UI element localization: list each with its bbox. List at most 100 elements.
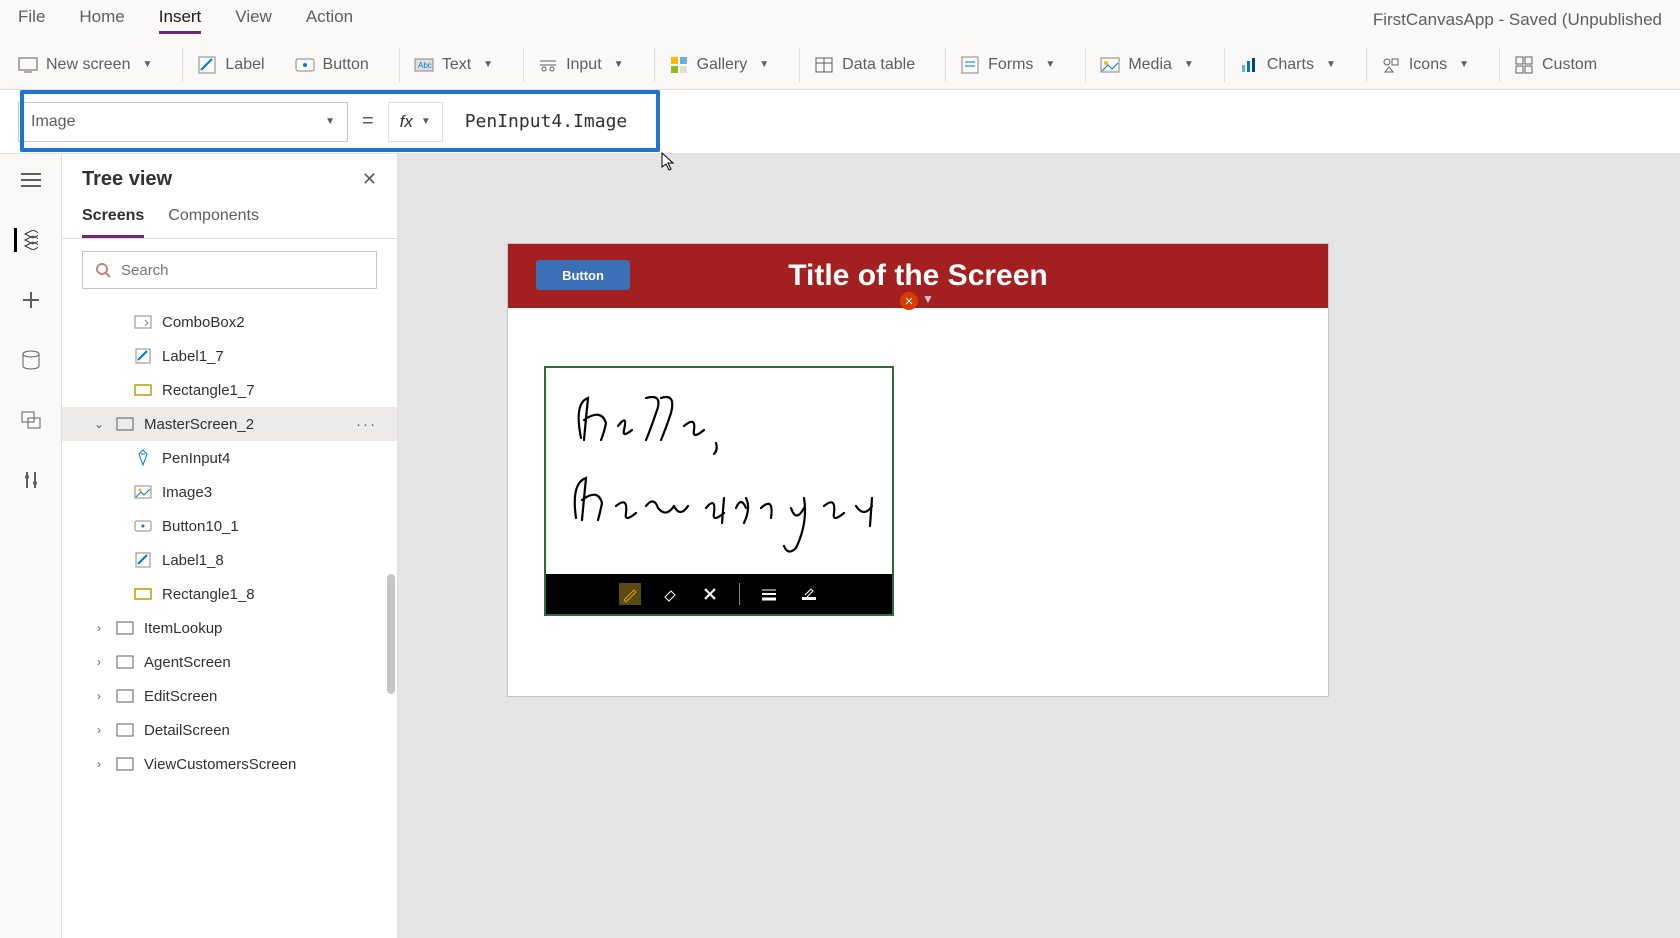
expand-icon[interactable]: › (92, 689, 106, 703)
ribbon-media[interactable]: Media ▼ (1085, 48, 1207, 82)
search-input[interactable] (121, 262, 364, 279)
tree-item-masterscreen_2[interactable]: ⌄MasterScreen_2··· (62, 407, 397, 441)
ribbon-charts-label: Charts (1267, 56, 1314, 74)
screen-icon (116, 619, 134, 637)
ribbon-input[interactable]: Input ▼ (523, 48, 638, 82)
text-icon: Abc (414, 55, 434, 75)
canvas-screen[interactable]: Button Title of the Screen ✕ ▼ (508, 244, 1328, 696)
tree-item-rectangle1_8[interactable]: Rectangle1_8 (62, 577, 397, 611)
menu-file[interactable]: File (18, 7, 45, 34)
screen-icon (116, 687, 134, 705)
tree-item-button10_1[interactable]: Button10_1 (62, 509, 397, 543)
chevron-down-icon: ▼ (1326, 59, 1336, 70)
header-button[interactable]: Button (536, 260, 630, 290)
tree-view-icon[interactable] (14, 228, 38, 252)
toolbar-separator (739, 583, 740, 605)
tree-item-detailscreen[interactable]: ›DetailScreen (62, 713, 397, 747)
pen-color-icon[interactable] (798, 583, 820, 605)
screen-header[interactable]: Button Title of the Screen ✕ ▼ (508, 244, 1328, 308)
property-selector[interactable]: Image ▼ (18, 102, 348, 142)
forms-icon (960, 55, 980, 75)
formula-input[interactable] (457, 102, 705, 142)
more-icon[interactable]: ··· (356, 416, 377, 433)
tree-item-label: Label1_8 (162, 552, 224, 569)
input-icon (538, 55, 558, 75)
formula-bar: Image ▼ = fx ▼ (0, 90, 1680, 154)
tools-icon[interactable] (19, 468, 43, 492)
tree-item-rectangle1_7[interactable]: Rectangle1_7 (62, 373, 397, 407)
ribbon-new-screen[interactable]: New screen ▼ (18, 48, 166, 82)
table-icon (814, 55, 834, 75)
tree-item-itemlookup[interactable]: ›ItemLookup (62, 611, 397, 645)
expand-icon[interactable]: › (92, 621, 106, 635)
tree-panel: Tree view ✕ Screens Components ComboBox2… (62, 154, 398, 938)
top-menu: File Home Insert View Action FirstCanvas… (0, 0, 1680, 40)
ribbon-gallery[interactable]: Gallery ▼ (654, 48, 784, 82)
label-icon (134, 347, 152, 365)
tree-item-label1_8[interactable]: Label1_8 (62, 543, 397, 577)
menu-insert[interactable]: Insert (159, 7, 202, 34)
pen-toolbar (546, 574, 892, 614)
chevron-down-icon: ▼ (483, 59, 493, 70)
error-badge-icon[interactable]: ✕ (900, 292, 918, 310)
chevron-down-icon: ▼ (325, 116, 335, 127)
charts-icon (1239, 55, 1259, 75)
ribbon-label-btn[interactable]: Label (225, 56, 264, 74)
combobox-icon (134, 313, 152, 331)
tree-item-label: Image3 (162, 484, 212, 501)
pen-draw-icon[interactable] (619, 583, 641, 605)
chevron-down-icon: ▼ (1184, 59, 1194, 70)
pen-erase-icon[interactable] (659, 583, 681, 605)
tree-scrollbar[interactable] (387, 574, 395, 694)
tree-item-editscreen[interactable]: ›EditScreen (62, 679, 397, 713)
tree-header: Tree view ✕ (62, 154, 397, 201)
close-icon[interactable]: ✕ (362, 169, 377, 190)
menu-home[interactable]: Home (79, 7, 124, 34)
tree-item-label: Button10_1 (162, 518, 239, 535)
pen-lineweight-icon[interactable] (758, 583, 780, 605)
screen-icon (116, 755, 134, 773)
expand-icon[interactable]: › (92, 757, 106, 771)
menu-action[interactable]: Action (306, 7, 353, 34)
expand-icon[interactable]: › (92, 723, 106, 737)
pen-canvas[interactable] (546, 368, 892, 574)
data-icon[interactable] (19, 348, 43, 372)
expand-icon[interactable]: ⌄ (92, 417, 106, 431)
tree-item-combobox2[interactable]: ComboBox2 (62, 305, 397, 339)
equals-sign: = (362, 110, 374, 133)
add-icon[interactable] (19, 288, 43, 312)
tree-item-label1_7[interactable]: Label1_7 (62, 339, 397, 373)
pen-input-control[interactable] (544, 366, 894, 616)
tree-item-label: ComboBox2 (162, 314, 245, 331)
hamburger-icon[interactable] (19, 168, 43, 192)
pen-clear-icon[interactable] (699, 583, 721, 605)
ribbon-icons[interactable]: Icons ▼ (1366, 48, 1483, 82)
ribbon-gallery-label: Gallery (697, 56, 748, 74)
fx-button[interactable]: fx ▼ (388, 102, 443, 142)
screen-icon (116, 721, 134, 739)
ribbon-custom[interactable]: Custom (1499, 48, 1611, 82)
menu-items: File Home Insert View Action (18, 7, 353, 34)
ribbon-button-btn[interactable]: Button (323, 56, 369, 74)
screen-title: Title of the Screen (788, 259, 1048, 293)
tree-item-viewcustomersscreen[interactable]: › ViewCustomersScreen (62, 747, 397, 781)
ribbon-forms[interactable]: Forms ▼ (945, 48, 1069, 82)
tree-item-image3[interactable]: Image3 (62, 475, 397, 509)
canvas-area[interactable]: Button Title of the Screen ✕ ▼ (398, 154, 1680, 938)
menu-view[interactable]: View (235, 7, 272, 34)
tree-item-label: PenInput4 (162, 450, 230, 467)
ribbon-charts[interactable]: Charts ▼ (1224, 48, 1350, 82)
ribbon-text[interactable]: Abc Text ▼ (399, 48, 507, 82)
tab-screens[interactable]: Screens (82, 201, 144, 238)
tree-item-label: ViewCustomersScreen (144, 756, 296, 773)
app-title: FirstCanvasApp - Saved (Unpublished (1373, 10, 1662, 30)
chevron-down-icon[interactable]: ▼ (922, 292, 934, 306)
search-box[interactable] (82, 251, 377, 289)
tree-item-peninput4[interactable]: PenInput4 (62, 441, 397, 475)
ribbon-data-table[interactable]: Data table (799, 48, 929, 82)
ribbon-new-screen-label: New screen (46, 56, 130, 74)
tab-components[interactable]: Components (168, 201, 259, 238)
expand-icon[interactable]: › (92, 655, 106, 669)
tree-item-agentscreen[interactable]: ›AgentScreen (62, 645, 397, 679)
media-panel-icon[interactable] (19, 408, 43, 432)
